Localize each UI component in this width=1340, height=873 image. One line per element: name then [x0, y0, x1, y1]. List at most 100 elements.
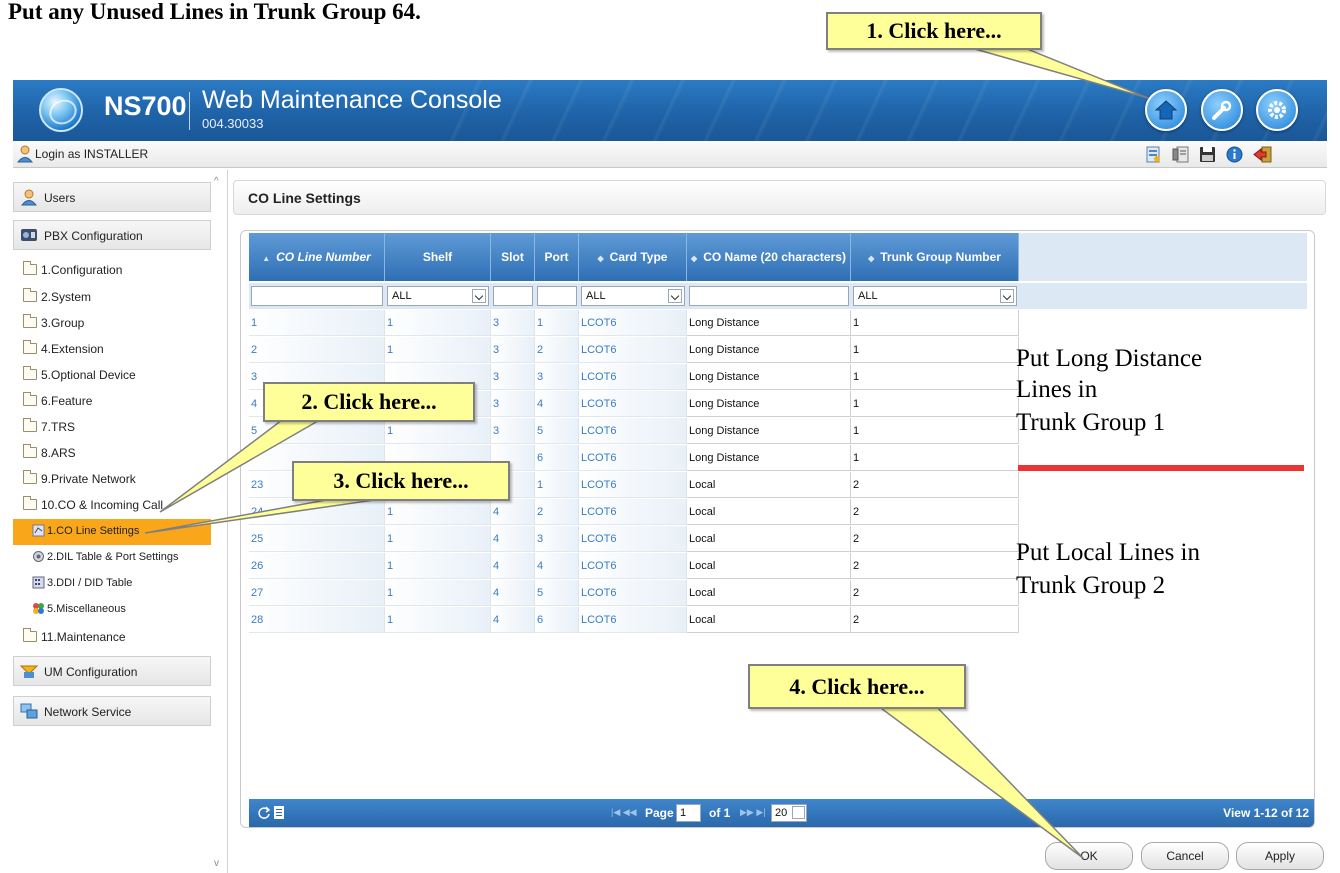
cell-name[interactable]: Long Distance: [687, 310, 851, 336]
apply-button[interactable]: Apply: [1236, 842, 1324, 870]
sidebar-item-maintenance[interactable]: 11.Maintenance: [13, 624, 211, 650]
cell-card: LCOT6: [579, 580, 687, 606]
sidebar-item-optional-device[interactable]: 5.Optional Device: [13, 362, 211, 388]
sidebar-item-feature[interactable]: 6.Feature: [13, 388, 211, 414]
sidebar-section-users[interactable]: Users: [13, 182, 211, 212]
sidebar-subitem-co-line-settings[interactable]: 1.CO Line Settings: [13, 519, 211, 545]
sidebar-scroll-down[interactable]: v: [214, 858, 219, 869]
table-row[interactable]: 1 1 3 1 LCOT6 Long Distance 1: [249, 310, 1307, 337]
sidebar-item-system[interactable]: 2.System: [13, 284, 211, 310]
filter-slot[interactable]: [493, 286, 533, 306]
cell-trunk[interactable]: 1: [851, 337, 1019, 363]
cell-slot: 4: [491, 607, 535, 633]
cell-port: 5: [535, 418, 579, 444]
cell-name[interactable]: Long Distance: [687, 418, 851, 444]
next-last-page-icons[interactable]: ▶▶ ▶|: [740, 807, 766, 818]
sidebar-item-group[interactable]: 3.Group: [13, 310, 211, 336]
gear-icon[interactable]: [1256, 89, 1298, 131]
cell-name[interactable]: Local: [687, 553, 851, 579]
sidebar-subitem-miscellaneous[interactable]: 5.Miscellaneous: [13, 597, 211, 623]
table-row[interactable]: 24 1 4 2 LCOT6 Local 2: [249, 499, 1307, 526]
info-icon[interactable]: [1226, 146, 1243, 163]
filter-shelf-select[interactable]: ALL: [387, 286, 489, 306]
sidebar-item-ars[interactable]: 8.ARS: [13, 440, 211, 466]
sidebar-item-configuration[interactable]: 1.Configuration: [13, 257, 211, 283]
logout-icon[interactable]: [1253, 146, 1273, 163]
cell-shelf: 1: [385, 553, 491, 579]
column-slot[interactable]: Slot: [491, 233, 535, 281]
sidebar-item-private-network[interactable]: 9.Private Network: [13, 466, 211, 492]
panel-title: CO Line Settings: [248, 190, 361, 206]
column-shelf[interactable]: Shelf: [385, 233, 491, 281]
column-co-name[interactable]: ◆ CO Name (20 characters): [687, 233, 851, 281]
filter-port[interactable]: [537, 286, 577, 306]
callout-step-2: 2. Click here...: [263, 382, 475, 422]
cell-trunk[interactable]: 2: [851, 607, 1019, 633]
sidebar-section-um-configuration[interactable]: UM Configuration: [13, 656, 211, 686]
cell-name[interactable]: Long Distance: [687, 445, 851, 471]
console-title: Web Maintenance Console: [202, 86, 502, 114]
keypad-icon: [32, 576, 45, 589]
wrench-icon[interactable]: [1201, 89, 1243, 131]
cell-trunk[interactable]: 1: [851, 364, 1019, 390]
sidebar-scroll-up[interactable]: ^: [214, 176, 219, 187]
folder-icon: [23, 261, 37, 275]
column-trunk-group-number[interactable]: ◆ Trunk Group Number: [851, 233, 1019, 281]
chevron-down-icon: [472, 289, 486, 303]
home-icon[interactable]: [1145, 89, 1187, 131]
ok-button[interactable]: OK: [1045, 842, 1133, 870]
cell-trunk[interactable]: 1: [851, 418, 1019, 444]
globe-logo-icon: [39, 88, 83, 132]
save-icon[interactable]: [1199, 146, 1216, 163]
cell-trunk[interactable]: 1: [851, 391, 1019, 417]
phone-book-icon[interactable]: [1172, 146, 1189, 163]
cell-name[interactable]: Long Distance: [687, 391, 851, 417]
rows-per-page-select[interactable]: 20: [771, 804, 807, 822]
note-long-distance: Put Long Distance Lines in Trunk Group 1: [1016, 345, 1203, 436]
export-icon[interactable]: [273, 805, 285, 820]
cell-shelf: 1: [385, 607, 491, 633]
sidebar-section-network-service[interactable]: Network Service: [13, 696, 211, 726]
cell-trunk[interactable]: 2: [851, 526, 1019, 552]
misc-icon: [33, 603, 44, 614]
cell-trunk[interactable]: 2: [851, 553, 1019, 579]
cell-trunk[interactable]: 1: [851, 445, 1019, 471]
cell-name[interactable]: Local: [687, 472, 851, 498]
column-port[interactable]: Port: [535, 233, 579, 281]
cell-co: 25: [249, 526, 385, 552]
filter-card-type-select[interactable]: ALL: [581, 286, 685, 306]
report-icon[interactable]: [1145, 146, 1162, 163]
cell-name[interactable]: Long Distance: [687, 337, 851, 363]
filter-co-name[interactable]: [689, 286, 849, 306]
refresh-icon[interactable]: [257, 806, 271, 820]
cell-name[interactable]: Local: [687, 526, 851, 552]
column-card-type[interactable]: ◆ Card Type: [579, 233, 687, 281]
first-prev-page-icons[interactable]: |◀ ◀◀: [611, 807, 637, 818]
cell-trunk[interactable]: 2: [851, 472, 1019, 498]
sidebar-item-trs[interactable]: 7.TRS: [13, 414, 211, 440]
cell-slot: 3: [491, 391, 535, 417]
cell-card: LCOT6: [579, 418, 687, 444]
table-row[interactable]: 28 1 4 6 LCOT6 Local 2: [249, 607, 1307, 634]
cell-name[interactable]: Local: [687, 580, 851, 606]
sidebar-subitem-dil-table[interactable]: 2.DIL Table & Port Settings: [13, 545, 211, 571]
cell-name[interactable]: Local: [687, 607, 851, 633]
page-number-input[interactable]: 1: [676, 804, 701, 822]
cell-name[interactable]: Local: [687, 499, 851, 525]
cell-name[interactable]: Long Distance: [687, 364, 851, 390]
cell-port: 4: [535, 391, 579, 417]
sidebar-subitem-ddi-did-table[interactable]: 3.DDI / DID Table: [13, 571, 211, 597]
cell-card: LCOT6: [579, 526, 687, 552]
column-co-line-number[interactable]: ▲ CO Line Number: [249, 233, 385, 281]
sidebar-item-co-incoming-call[interactable]: 10.CO & Incoming Call: [13, 492, 211, 518]
cell-trunk[interactable]: 2: [851, 499, 1019, 525]
sidebar-section-pbx-configuration[interactable]: PBX Configuration: [13, 220, 211, 250]
user-icon: [17, 145, 33, 163]
cancel-button[interactable]: Cancel: [1141, 842, 1229, 870]
sidebar-item-extension[interactable]: 4.Extension: [13, 336, 211, 362]
cell-trunk[interactable]: 1: [851, 310, 1019, 336]
cell-port: 1: [535, 472, 579, 498]
cell-trunk[interactable]: 2: [851, 580, 1019, 606]
filter-co-line-number[interactable]: [251, 286, 383, 306]
filter-trunk-group-select[interactable]: ALL: [853, 286, 1017, 306]
